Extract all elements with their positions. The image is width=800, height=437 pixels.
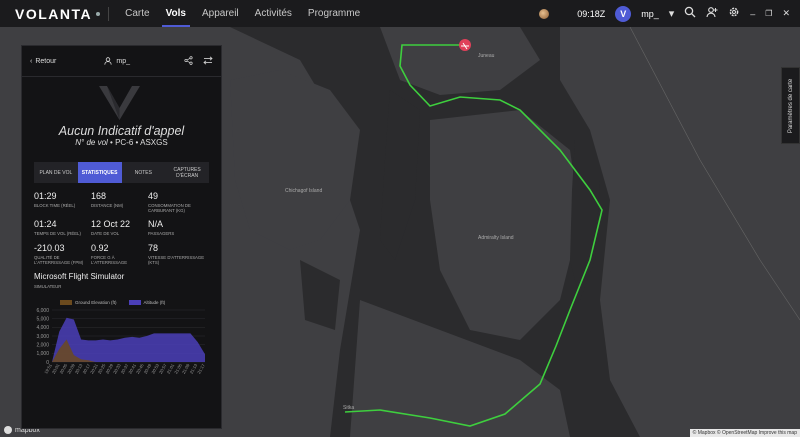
user-name[interactable]: mp_ bbox=[641, 9, 659, 19]
stat-passengers: N/A PASSAGERS bbox=[148, 219, 175, 236]
map-settings-button[interactable]: Paramètres de carte bbox=[781, 67, 800, 144]
nav-tab-activites[interactable]: Activités bbox=[247, 0, 300, 27]
tab-notes[interactable]: NOTES bbox=[122, 162, 166, 183]
map-label-chichagof: Chichagof Island bbox=[285, 188, 323, 194]
stat-date: 12 Oct 22 DATE DE VOL bbox=[91, 219, 131, 236]
utc-clock: 09:18Z bbox=[577, 8, 606, 19]
callsign: Aucun Indicatif d'appel bbox=[58, 124, 185, 138]
main-nav: Carte Vols Appareil Activités Programme bbox=[117, 0, 368, 27]
app-logo[interactable]: VOLANTA bbox=[15, 6, 101, 22]
add-user-icon[interactable] bbox=[706, 6, 718, 21]
airport-marker-juneau bbox=[459, 39, 471, 51]
stat-distance: 168 DISTANCE (NM) bbox=[91, 191, 124, 208]
y-tick-label: 5,000 bbox=[36, 316, 49, 322]
restore-icon[interactable]: ❐ bbox=[765, 9, 772, 18]
close-icon[interactable]: ✕ bbox=[782, 8, 790, 19]
nav-tab-vols[interactable]: Vols bbox=[158, 0, 194, 27]
flight-details-panel: ‹ Retour mp_ Aucun Indicatif d'appel N° d… bbox=[21, 45, 222, 429]
top-bar: VOLANTA Carte Vols Appareil Activités Pr… bbox=[0, 0, 800, 27]
minimize-icon[interactable]: – bbox=[750, 9, 755, 19]
stat-flight-time: 01:24 TEMPS DE VOL (RÉEL) bbox=[34, 219, 81, 236]
map-attribution[interactable]: © Mapbox © OpenStreetMap Improve this ma… bbox=[689, 429, 800, 437]
simulator-label: SIMULATEUR bbox=[34, 284, 62, 289]
user-avatar[interactable]: V bbox=[615, 5, 632, 22]
altitude-chart[interactable]: 01,0002,0003,0004,0005,0006,00019:5120:0… bbox=[22, 304, 221, 384]
chevron-left-icon: ‹ bbox=[30, 57, 33, 65]
stat-g-force: 0.92 FORCE G À L'ATTERRISSAGE bbox=[91, 243, 128, 265]
nav-tab-appareil[interactable]: Appareil bbox=[194, 0, 247, 27]
map-label-admiralty: Admiralty Island bbox=[478, 235, 514, 241]
y-tick-label: 2,000 bbox=[36, 342, 49, 348]
tab-screenshots[interactable]: CAPTURES D'ÉCRAN bbox=[165, 162, 209, 183]
gear-icon[interactable] bbox=[728, 6, 740, 21]
x-tick-label: 21:17 bbox=[196, 362, 206, 374]
user-icon bbox=[104, 57, 112, 65]
panel-user[interactable]: mp_ bbox=[104, 57, 130, 65]
simulator-name: Microsoft Flight Simulator bbox=[34, 272, 125, 281]
back-button[interactable]: ‹ Retour bbox=[30, 58, 56, 65]
nav-divider bbox=[108, 6, 110, 21]
y-tick-label: 4,000 bbox=[36, 325, 49, 331]
map-label-sitka: Sitka bbox=[343, 405, 355, 411]
flight-subtitle: N° de vol • PC-6 • ASXGS bbox=[75, 138, 168, 147]
compare-icon[interactable] bbox=[203, 55, 213, 67]
nav-tab-carte[interactable]: Carte bbox=[117, 0, 157, 27]
search-icon[interactable] bbox=[684, 6, 696, 21]
chevron-down-icon[interactable]: ▾ bbox=[669, 7, 675, 20]
y-tick-label: 6,000 bbox=[36, 308, 49, 314]
volanta-watermark-icon bbox=[99, 86, 140, 120]
stat-landing-rate: -210.03 QUALITÉ DE L'ATTERRISSAGE (FPM) bbox=[34, 243, 84, 265]
stat-block-time: 01:29 BLOCK TIME (RÉEL) bbox=[34, 191, 76, 208]
map-label-juneau: Juneau bbox=[478, 53, 495, 59]
panel-header: ‹ Retour mp_ bbox=[22, 46, 221, 77]
nav-tab-programme[interactable]: Programme bbox=[300, 0, 368, 27]
altitude-series-area[interactable] bbox=[52, 317, 205, 362]
tab-statistics[interactable]: STATISTIQUES bbox=[77, 162, 122, 183]
tab-flight-plan[interactable]: PLAN DE VOL bbox=[34, 162, 78, 183]
y-tick-label: 3,000 bbox=[36, 334, 49, 340]
panel-tabs: PLAN DE VOL STATISTIQUES NOTES CAPTURES … bbox=[34, 162, 209, 183]
share-icon[interactable] bbox=[184, 55, 193, 67]
stat-landing-speed: 78 VITESSE D'ATTERRISSAGE (KTS) bbox=[148, 243, 205, 265]
stat-fuel: 49 CONSOMMATION DE CARBURANT (KG) bbox=[148, 191, 191, 213]
weather-icon[interactable] bbox=[539, 8, 550, 19]
y-tick-label: 1,000 bbox=[36, 351, 49, 357]
